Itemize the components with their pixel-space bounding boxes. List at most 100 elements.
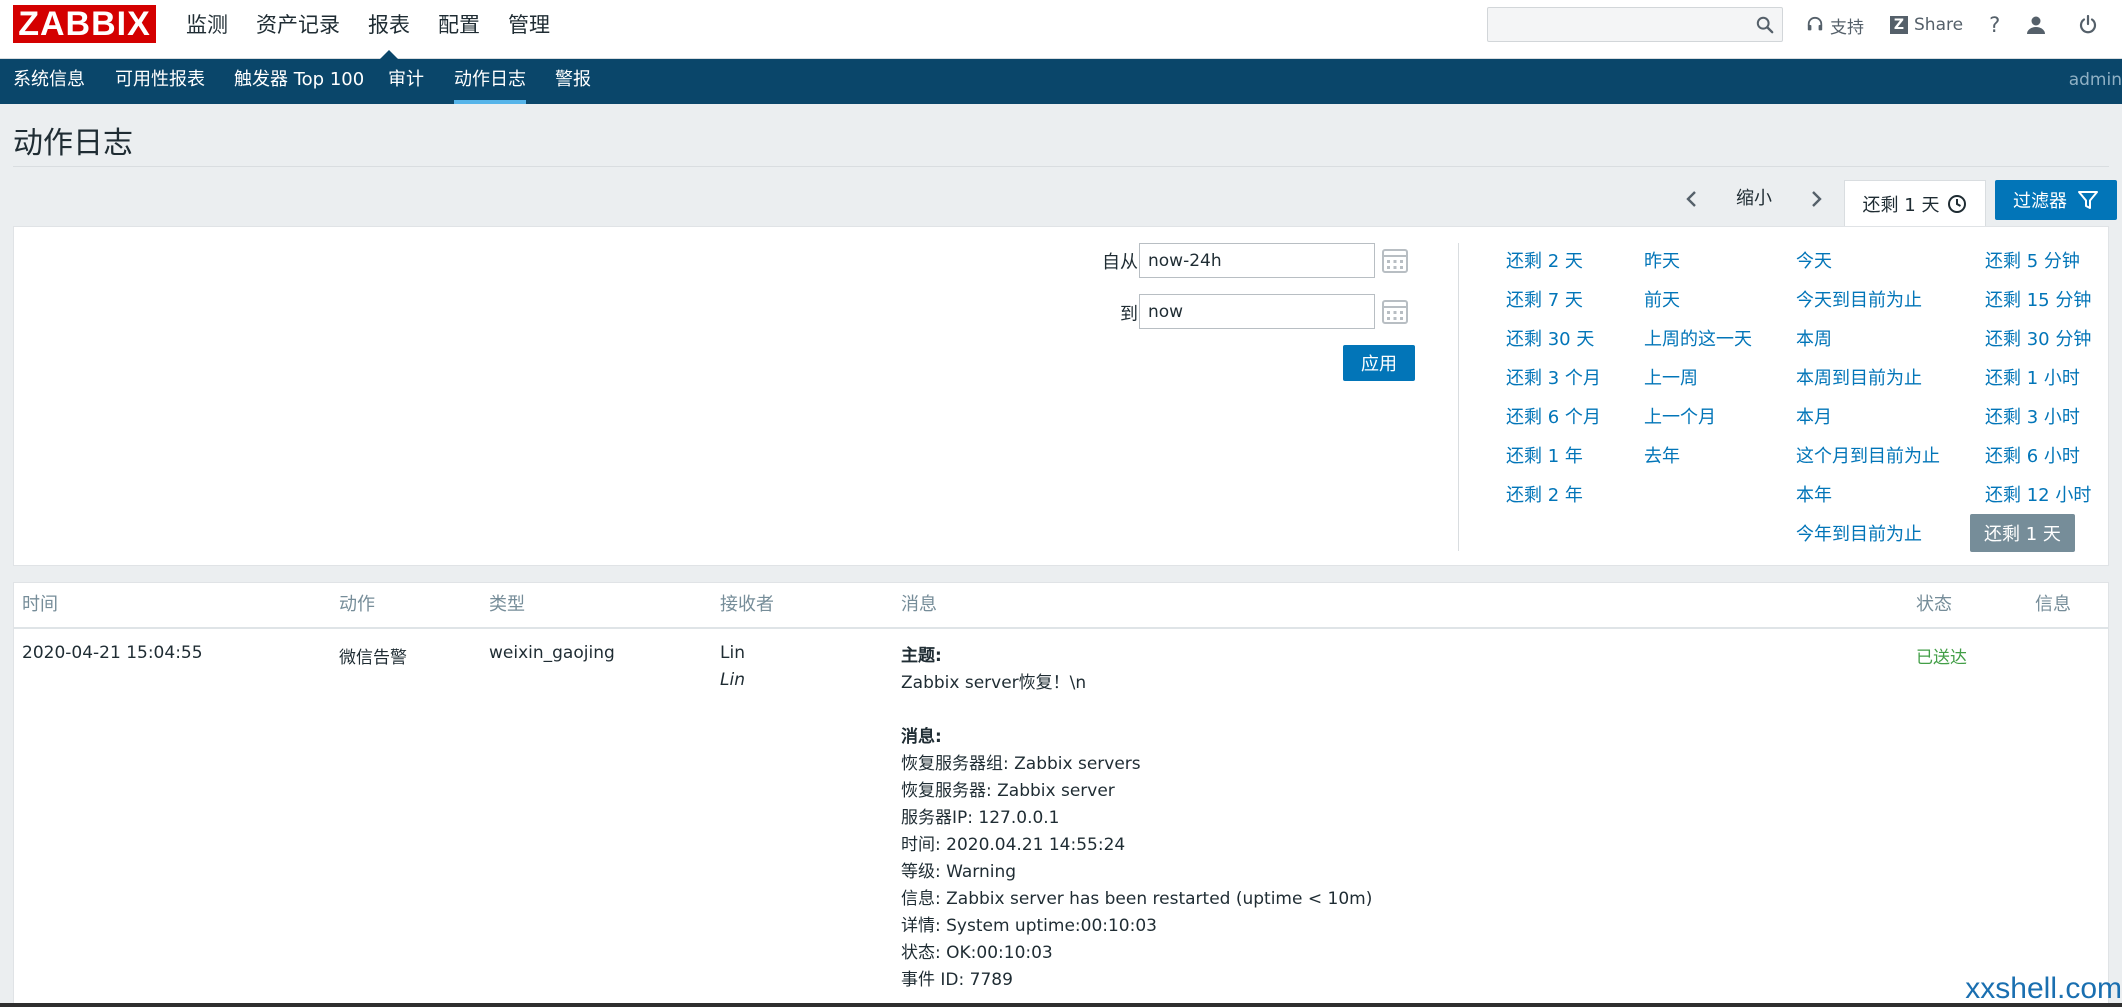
quick-range-previous-year[interactable]: 去年 [1644,442,1680,468]
quick-range-last-2-days[interactable]: 还剩 2 天 [1506,247,1583,273]
quick-range-previous-week[interactable]: 上一周 [1644,364,1698,390]
filter-divider [1458,243,1459,551]
subnav-audit[interactable]: 审计 [388,59,424,104]
subnav-alerts[interactable]: 警报 [555,59,591,104]
chevron-left-icon[interactable] [1680,184,1704,214]
quick-range-last-1-day[interactable]: 还剩 1 天 [1970,514,2075,552]
user-profile-link[interactable] [2026,15,2052,35]
message-line: 恢复服务器组: Zabbix servers [901,754,1141,774]
filter-icon [2078,191,2098,209]
quick-range-last-30-days[interactable]: 还剩 30 天 [1506,325,1594,351]
column-header-time: 时间 [22,594,58,615]
quick-range-last-30-minutes[interactable]: 还剩 30 分钟 [1985,325,2091,351]
support-link[interactable]: 支持 [1806,13,1864,38]
support-label: 支持 [1830,17,1864,38]
menu-reports[interactable]: 报表 [354,0,424,59]
filter-label: 过滤器 [2013,191,2067,212]
column-header-info: 信息 [2035,594,2071,615]
help-link[interactable]: ? [1989,13,2000,37]
current-user: admin [2068,70,2122,90]
from-input[interactable] [1139,243,1375,278]
time-filter-panel: 自从 到 应用 还剩 2 天 还剩 7 天 还剩 30 天 还剩 3 个月 还剩… [13,226,2109,566]
quick-range-previous-month[interactable]: 上一个月 [1644,403,1716,429]
quick-range-last-2-years[interactable]: 还剩 2 年 [1506,481,1583,507]
time-range-label: 还剩 1 天 [1862,194,1940,216]
zabbix-logo[interactable]: ZABBIX [13,5,156,43]
sub-navigation: 系统信息 可用性报表 触发器 Top 100 审计 动作日志 警报 admin [0,59,2122,104]
tab-time-range[interactable]: 还剩 1 天 [1844,180,1986,226]
quick-range-this-year[interactable]: 本年 [1796,481,1832,507]
cell-message: 主题: Zabbix server恢复！\n 消息: 恢复服务器组: Zabbi… [901,643,1372,994]
quick-range-today-so-far[interactable]: 今天到目前为止 [1796,286,1922,312]
cell-status: 已送达 [1916,648,1967,668]
quick-range-this-day-last-week[interactable]: 上周的这一天 [1644,325,1752,351]
column-header-message: 消息 [901,594,937,615]
header-divider [14,627,2108,629]
quick-range-last-6-months[interactable]: 还剩 6 个月 [1506,403,1601,429]
help-icon: ? [1989,13,2001,37]
search-icon[interactable] [1756,16,1774,34]
user-icon [2027,16,2046,34]
top-header: ZABBIX 监测 资产记录 报表 配置 管理 支持 Z Share ? [0,0,2122,59]
apply-button[interactable]: 应用 [1343,345,1415,381]
message-line: 恢复服务器: Zabbix server [901,781,1115,801]
menu-configuration[interactable]: 配置 [424,0,494,59]
quick-range-last-15-minutes[interactable]: 还剩 15 分钟 [1985,286,2091,312]
title-divider [13,166,2109,167]
message-line: 详情: System uptime:00:10:03 [901,916,1157,936]
window-bottom-edge [0,1003,2122,1007]
logout-link[interactable] [2078,15,2104,35]
clock-icon [1948,194,1967,213]
search-input[interactable] [1487,7,1783,42]
message-subject-label: 主题: [901,646,942,666]
to-input[interactable] [1139,294,1375,329]
message-line: 事件 ID: 7789 [901,970,1013,990]
message-line: 时间: 2020.04.21 14:55:24 [901,835,1126,855]
cell-action: 微信告警 [339,648,407,668]
column-header-action: 动作 [339,594,375,615]
quick-range-this-week[interactable]: 本周 [1796,325,1832,351]
quick-range-this-week-so-far[interactable]: 本周到目前为止 [1796,364,1922,390]
tab-filter[interactable]: 过滤器 [1995,180,2117,220]
quick-range-day-before-yesterday[interactable]: 前天 [1644,286,1680,312]
quick-range-last-3-hours[interactable]: 还剩 3 小时 [1985,403,2080,429]
subnav-system-info[interactable]: 系统信息 [13,59,85,104]
quick-range-last-1-hour[interactable]: 还剩 1 小时 [1985,364,2080,390]
subnav-action-log[interactable]: 动作日志 [454,59,526,104]
share-label: Share [1914,15,1964,35]
quick-range-yesterday[interactable]: 昨天 [1644,247,1680,273]
menu-inventory[interactable]: 资产记录 [242,0,354,59]
menu-monitoring[interactable]: 监测 [172,0,242,59]
share-link[interactable]: Z Share [1890,15,1963,35]
subnav-availability-report[interactable]: 可用性报表 [115,59,205,104]
chevron-right-icon[interactable] [1804,184,1828,214]
quick-range-last-5-minutes[interactable]: 还剩 5 分钟 [1985,247,2080,273]
quick-range-this-month-so-far[interactable]: 这个月到目前为止 [1796,442,1940,468]
column-header-type: 类型 [489,594,525,615]
cell-recipient-alias: Lin [720,670,745,690]
message-subject: Zabbix server恢复！\n [901,673,1087,693]
menu-administration[interactable]: 管理 [494,0,564,59]
calendar-icon[interactable] [1381,298,1409,326]
calendar-icon[interactable] [1381,247,1409,275]
action-log-table: 时间 动作 类型 接收者 消息 状态 信息 2020-04-21 15:04:5… [13,582,2109,1007]
quick-range-last-6-hours[interactable]: 还剩 6 小时 [1985,442,2080,468]
column-header-recipient: 接收者 [720,594,774,615]
from-label: 自从 [1102,252,1138,273]
subnav-triggers-top-100[interactable]: 触发器 Top 100 [234,59,364,104]
page-title: 动作日志 [13,126,133,161]
message-line: 等级: Warning [901,862,1017,882]
quick-range-last-3-months[interactable]: 还剩 3 个月 [1506,364,1601,390]
headset-icon [1807,16,1823,31]
quick-range-last-7-days[interactable]: 还剩 7 天 [1506,286,1583,312]
quick-range-today[interactable]: 今天 [1796,247,1832,273]
main-menu: 监测 资产记录 报表 配置 管理 [172,0,564,59]
quick-range-last-12-hours[interactable]: 还剩 12 小时 [1985,481,2091,507]
quick-range-this-year-so-far[interactable]: 今年到目前为止 [1796,520,1922,546]
cell-recipient: Lin [720,643,745,663]
message-body-label: 消息: [901,727,942,747]
watermark: xxshell.com [1965,972,2122,1005]
quick-range-this-month[interactable]: 本月 [1796,403,1832,429]
zoom-out-button[interactable]: 缩小 [1736,184,1772,214]
quick-range-last-1-year[interactable]: 还剩 1 年 [1506,442,1583,468]
